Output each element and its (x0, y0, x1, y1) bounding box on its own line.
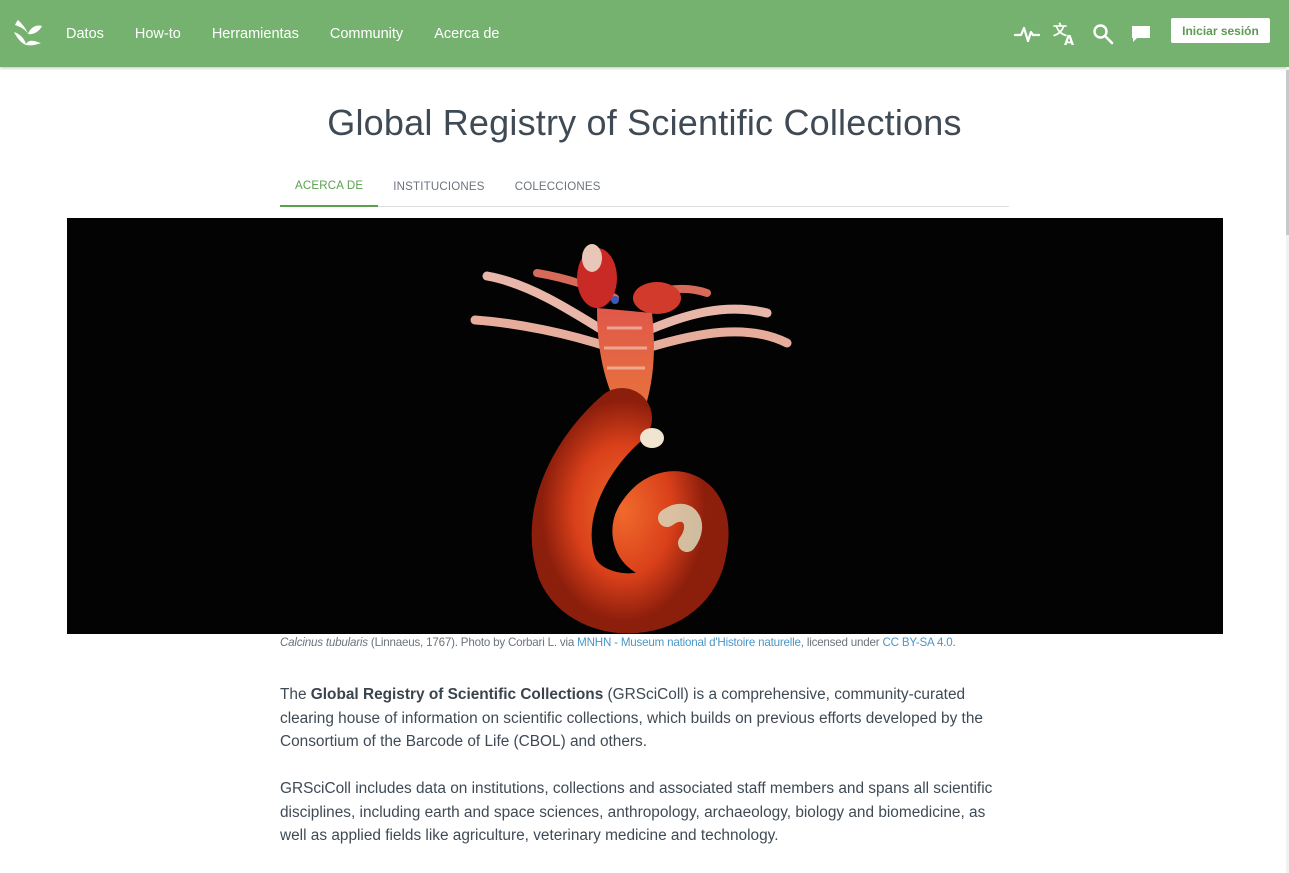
main-nav: Datos How-to Herramientas Community Acer… (66, 0, 530, 67)
nav-icon-group: 文 A (1003, 0, 1155, 67)
caption-license-prefix: , licensed under (800, 636, 883, 649)
hero-image (67, 218, 1223, 634)
caption-suffix: . (952, 636, 956, 649)
nav-link-community[interactable]: Community (330, 26, 403, 42)
tab-colecciones[interactable]: Colecciones (500, 166, 616, 207)
login-button[interactable]: Iniciar sesión (1171, 18, 1270, 43)
image-caption: Calcinus tubularis (Linnaeus, 1767). Pho… (280, 636, 1020, 649)
tab-instituciones[interactable]: Instituciones (378, 166, 499, 207)
section-tabs: Acerca de Instituciones Colecciones (280, 166, 1009, 207)
caption-author: (Linnaeus, 1767). Photo by Corbari L. vi… (367, 636, 578, 649)
translate-icon[interactable]: 文 A (1051, 20, 1079, 48)
intro-bold-name: Global Registry of Scientific Collection… (310, 686, 604, 703)
intro-paragraph: The Global Registry of Scientific Collec… (280, 683, 1000, 754)
intro-lead: The (280, 686, 311, 703)
gbif-logo-icon[interactable] (12, 16, 44, 48)
page-title: Global Registry of Scientific Collection… (327, 102, 962, 143)
caption-source-link[interactable]: MNHN - Museum national d'Histoire nature… (577, 636, 801, 649)
search-icon[interactable] (1089, 20, 1117, 48)
caption-species: Calcinus tubularis (280, 636, 368, 649)
caption-license-link[interactable]: CC BY-SA 4.0 (882, 636, 952, 649)
pulse-icon[interactable] (1013, 20, 1041, 48)
nav-link-how-to[interactable]: How-to (135, 26, 181, 42)
feedback-icon[interactable] (1127, 20, 1155, 48)
tab-acerca-de[interactable]: Acerca de (280, 166, 379, 207)
nav-link-acerca-de[interactable]: Acerca de (434, 26, 499, 42)
nav-link-herramientas[interactable]: Herramientas (212, 26, 299, 42)
svg-text:A: A (1064, 34, 1074, 47)
top-navbar: Datos How-to Herramientas Community Acer… (0, 0, 1289, 67)
nav-link-datos[interactable]: Datos (66, 26, 104, 42)
hermit-crab-photo (67, 218, 1223, 634)
scope-paragraph: GRSciColl includes data on institutions,… (280, 780, 993, 844)
